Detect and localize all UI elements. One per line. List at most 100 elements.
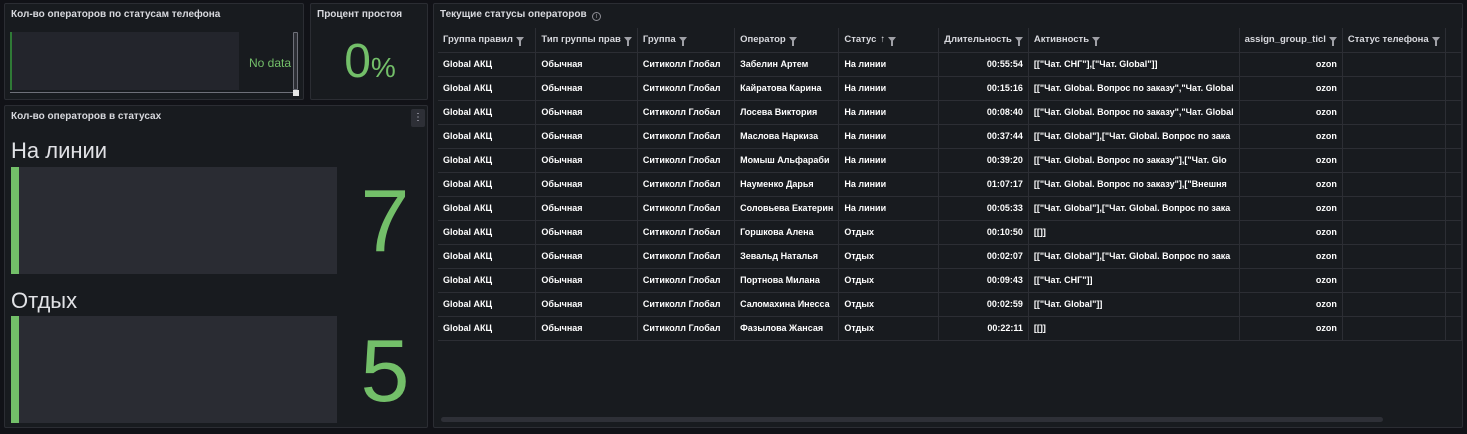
cell-rule-group: Global АКЦ [438, 244, 537, 269]
column-header-rule-group[interactable]: Группа правил [438, 28, 537, 53]
current-statuses-panel: Текущие статусы операторов i Группа прав… [433, 3, 1463, 428]
filter-icon[interactable] [1014, 37, 1023, 47]
stat-value: 0 [344, 35, 371, 88]
table-row[interactable]: Global АКЦ Обычная Ситиколл Глобал Фазылова… [438, 316, 1462, 341]
cell-group-type: Обычная [535, 316, 638, 341]
cell-spacer [1445, 172, 1462, 197]
cell-group: Ситиколл Глобал [637, 100, 736, 125]
filter-icon[interactable] [1328, 37, 1337, 47]
column-header-assign-group[interactable]: assign_group_ticl [1239, 28, 1343, 53]
filter-icon[interactable] [515, 37, 524, 47]
stat-bar-rest [11, 316, 337, 423]
resize-handle[interactable] [293, 90, 299, 96]
phone-status-count-panel: Кол-во операторов по статусам телефона N… [4, 3, 304, 100]
cell-status: На линии [838, 52, 940, 77]
cell-assign-group: ozon [1239, 76, 1343, 101]
cell-status: Отдых [838, 292, 940, 317]
cell-phone-status [1342, 316, 1446, 341]
horizontal-scrollbar[interactable] [10, 92, 294, 93]
cell-operator: Портнова Милана [734, 268, 840, 293]
cell-group: Ситиколл Глобал [637, 52, 736, 77]
cell-group: Ситиколл Глобал [637, 292, 736, 317]
column-header-activity[interactable]: Активность [1028, 28, 1240, 53]
panel-title: Кол-во операторов по статусам телефона [11, 9, 221, 20]
table-row[interactable]: Global АКЦ Обычная Ситиколл Глобал Забелин … [438, 52, 1462, 77]
cell-activity: [["Чат. Global"],["Чат. Global. Вопрос п… [1028, 244, 1240, 269]
horizontal-scrollbar[interactable] [441, 417, 1383, 422]
table-row[interactable]: Global АКЦ Обычная Ситиколл Глобал Портнова… [438, 268, 1462, 293]
filter-icon[interactable] [1431, 37, 1440, 47]
cell-operator: Саломахина Инесса [734, 292, 840, 317]
info-icon[interactable]: i [592, 12, 601, 21]
filter-icon[interactable] [678, 37, 687, 47]
cell-group-type: Обычная [535, 100, 638, 125]
cell-duration: 00:09:43 [938, 268, 1029, 293]
filter-icon[interactable] [788, 37, 797, 47]
cell-assign-group: ozon [1239, 52, 1343, 77]
cell-group: Ситиколл Глобал [637, 76, 736, 101]
stat-bar-online [11, 167, 337, 274]
column-header-operator[interactable]: Оператор [734, 28, 840, 53]
operators-table: Группа правил Тип группы прав Группа Опе… [438, 28, 1462, 341]
vertical-scrollbar[interactable] [293, 32, 298, 90]
cell-operator: Соловьева Екатерин [734, 196, 840, 221]
column-header-group-type[interactable]: Тип группы прав [535, 28, 638, 53]
cell-duration: 00:15:16 [938, 76, 1029, 101]
cell-group-type: Обычная [535, 292, 638, 317]
stat-value-rest: 5 [360, 321, 410, 420]
stat-unit: % [370, 52, 396, 83]
cell-duration: 00:05:33 [938, 196, 1029, 221]
cell-activity: [[]] [1028, 220, 1240, 245]
cell-group-type: Обычная [535, 220, 638, 245]
table-row[interactable]: Global АКЦ Обычная Ситиколл Глобал Горшкова… [438, 220, 1462, 245]
cell-status: Отдых [838, 268, 940, 293]
column-header-phone-status[interactable]: Статус телефона [1342, 28, 1446, 53]
stat-label-rest: Отдых [11, 288, 78, 313]
table-row[interactable]: Global АКЦ Обычная Ситиколл Глобал Момыш Ал… [438, 148, 1462, 173]
cell-duration: 00:22:11 [938, 316, 1029, 341]
filter-icon[interactable] [623, 37, 632, 47]
cell-operator: Горшкова Алена [734, 220, 840, 245]
cell-rule-group: Global АКЦ [438, 172, 537, 197]
cell-phone-status [1342, 196, 1446, 221]
table-row[interactable]: Global АКЦ Обычная Ситиколл Глобал Зевальд … [438, 244, 1462, 269]
cell-group-type: Обычная [535, 244, 638, 269]
cell-operator: Фазылова Жансая [734, 316, 840, 341]
table-row[interactable]: Global АКЦ Обычная Ситиколл Глобал Саломахи… [438, 292, 1462, 317]
cell-group: Ситиколл Глобал [637, 196, 736, 221]
column-header-duration[interactable]: Длительность [938, 28, 1029, 53]
cell-group-type: Обычная [535, 52, 638, 77]
filter-icon[interactable] [1092, 37, 1101, 47]
cell-status: На линии [838, 196, 940, 221]
column-header-status[interactable]: Статус ↑ [838, 28, 940, 53]
cell-activity: [["Чат. Global. Вопрос по заказу","Чат. … [1028, 76, 1240, 101]
cell-operator: Кайратова Карина [734, 76, 840, 101]
table-row[interactable]: Global АКЦ Обычная Ситиколл Глобал Лосева В… [438, 100, 1462, 125]
filter-icon[interactable] [888, 37, 897, 47]
cell-status: Отдых [838, 220, 940, 245]
cell-phone-status [1342, 244, 1446, 269]
cell-activity: [["Чат. СНГ"],["Чат. Global"]] [1028, 52, 1240, 77]
cell-operator: Зевальд Наталья [734, 244, 840, 269]
cell-status: На линии [838, 172, 940, 197]
kebab-menu-icon[interactable]: ⋮ [411, 109, 425, 127]
table-row[interactable]: Global АКЦ Обычная Ситиколл Глобал Соловьев… [438, 196, 1462, 221]
cell-status: На линии [838, 100, 940, 125]
table-row[interactable]: Global АКЦ Обычная Ситиколл Глобал Маслова … [438, 124, 1462, 149]
cell-group-type: Обычная [535, 172, 638, 197]
cell-assign-group: ozon [1239, 268, 1343, 293]
cell-status: На линии [838, 124, 940, 149]
cell-phone-status [1342, 52, 1446, 77]
table-row[interactable]: Global АКЦ Обычная Ситиколл Глобал Науменко… [438, 172, 1462, 197]
cell-activity: [["Чат. Global"]] [1028, 292, 1240, 317]
cell-status: На линии [838, 148, 940, 173]
panel-title: Кол-во операторов в статусах [11, 111, 162, 122]
cell-duration: 01:07:17 [938, 172, 1029, 197]
cell-duration: 00:02:07 [938, 244, 1029, 269]
column-header-group[interactable]: Группа [637, 28, 736, 53]
cell-group: Ситиколл Глобал [637, 220, 736, 245]
cell-phone-status [1342, 124, 1446, 149]
table-row[interactable]: Global АКЦ Обычная Ситиколл Глобал Кайратов… [438, 76, 1462, 101]
cell-activity: [["Чат. Global. Вопрос по заказу","Чат. … [1028, 100, 1240, 125]
cell-spacer [1445, 148, 1462, 173]
